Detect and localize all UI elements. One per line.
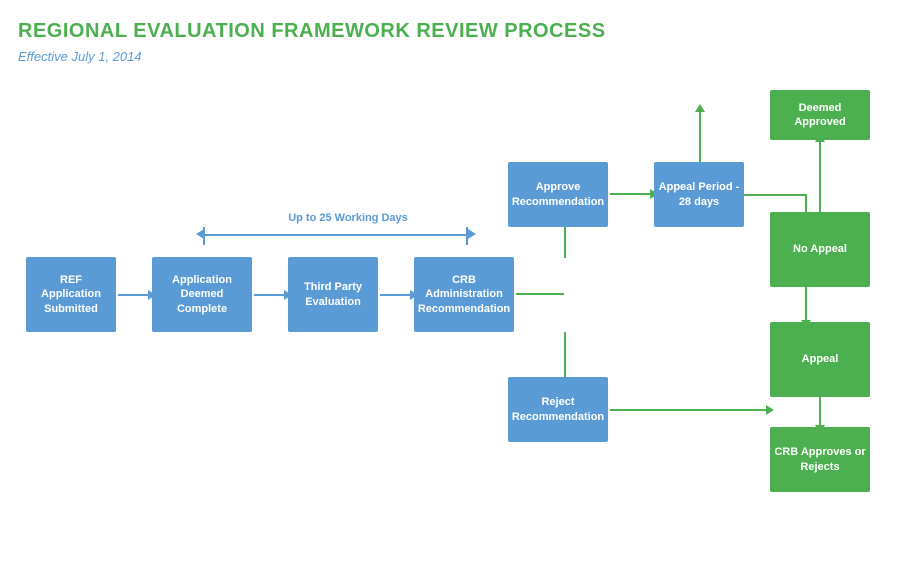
arrow-up-head xyxy=(695,104,705,112)
box-appeal: Appeal xyxy=(770,322,870,397)
page: REGIONAL EVALUATION FRAMEWORK REVIEW PRO… xyxy=(0,0,900,580)
arrow-right-head2 xyxy=(766,405,774,415)
arrow-1 xyxy=(118,294,150,296)
arrow-2 xyxy=(254,294,286,296)
box-crb-admin: CRB Administration Recommendation xyxy=(414,257,514,332)
box-appeal-period: Appeal Period - 28 days xyxy=(654,162,744,227)
crb-h-connector xyxy=(516,293,564,295)
box-crb-approves: CRB Approves or Rejects xyxy=(770,427,870,492)
box-ref-application: REF Application Submitted xyxy=(26,257,116,332)
bracket-arrow-right xyxy=(468,229,476,239)
page-title: REGIONAL EVALUATION FRAMEWORK REVIEW PRO… xyxy=(18,20,882,43)
arrow-3 xyxy=(380,294,412,296)
box-deemed-approved: Deemed Approved xyxy=(770,90,870,140)
box-third-party: Third Party Evaluation xyxy=(288,257,378,332)
bracket-line xyxy=(203,234,466,236)
box-reject: Reject Recommendation xyxy=(508,377,608,442)
box-approve: Approve Recommendation xyxy=(508,162,608,227)
approve-to-appeal-h xyxy=(610,193,652,195)
no-appeal-to-deemed-v xyxy=(819,140,821,212)
reject-to-crb-h xyxy=(610,409,768,411)
box-no-appeal: No Appeal xyxy=(770,212,870,287)
diagram-area: REF Application Submitted Application De… xyxy=(18,82,882,542)
appeal-to-no-appeal-v xyxy=(699,110,701,162)
appeal-to-crb-v xyxy=(819,397,821,427)
bracket-arrow-left xyxy=(196,229,204,239)
working-days-label: Up to 25 Working Days xyxy=(248,212,448,224)
box-app-deemed: Application Deemed Complete xyxy=(152,257,252,332)
appeal-h-right xyxy=(744,194,806,196)
page-subtitle: Effective July 1, 2014 xyxy=(18,49,882,64)
